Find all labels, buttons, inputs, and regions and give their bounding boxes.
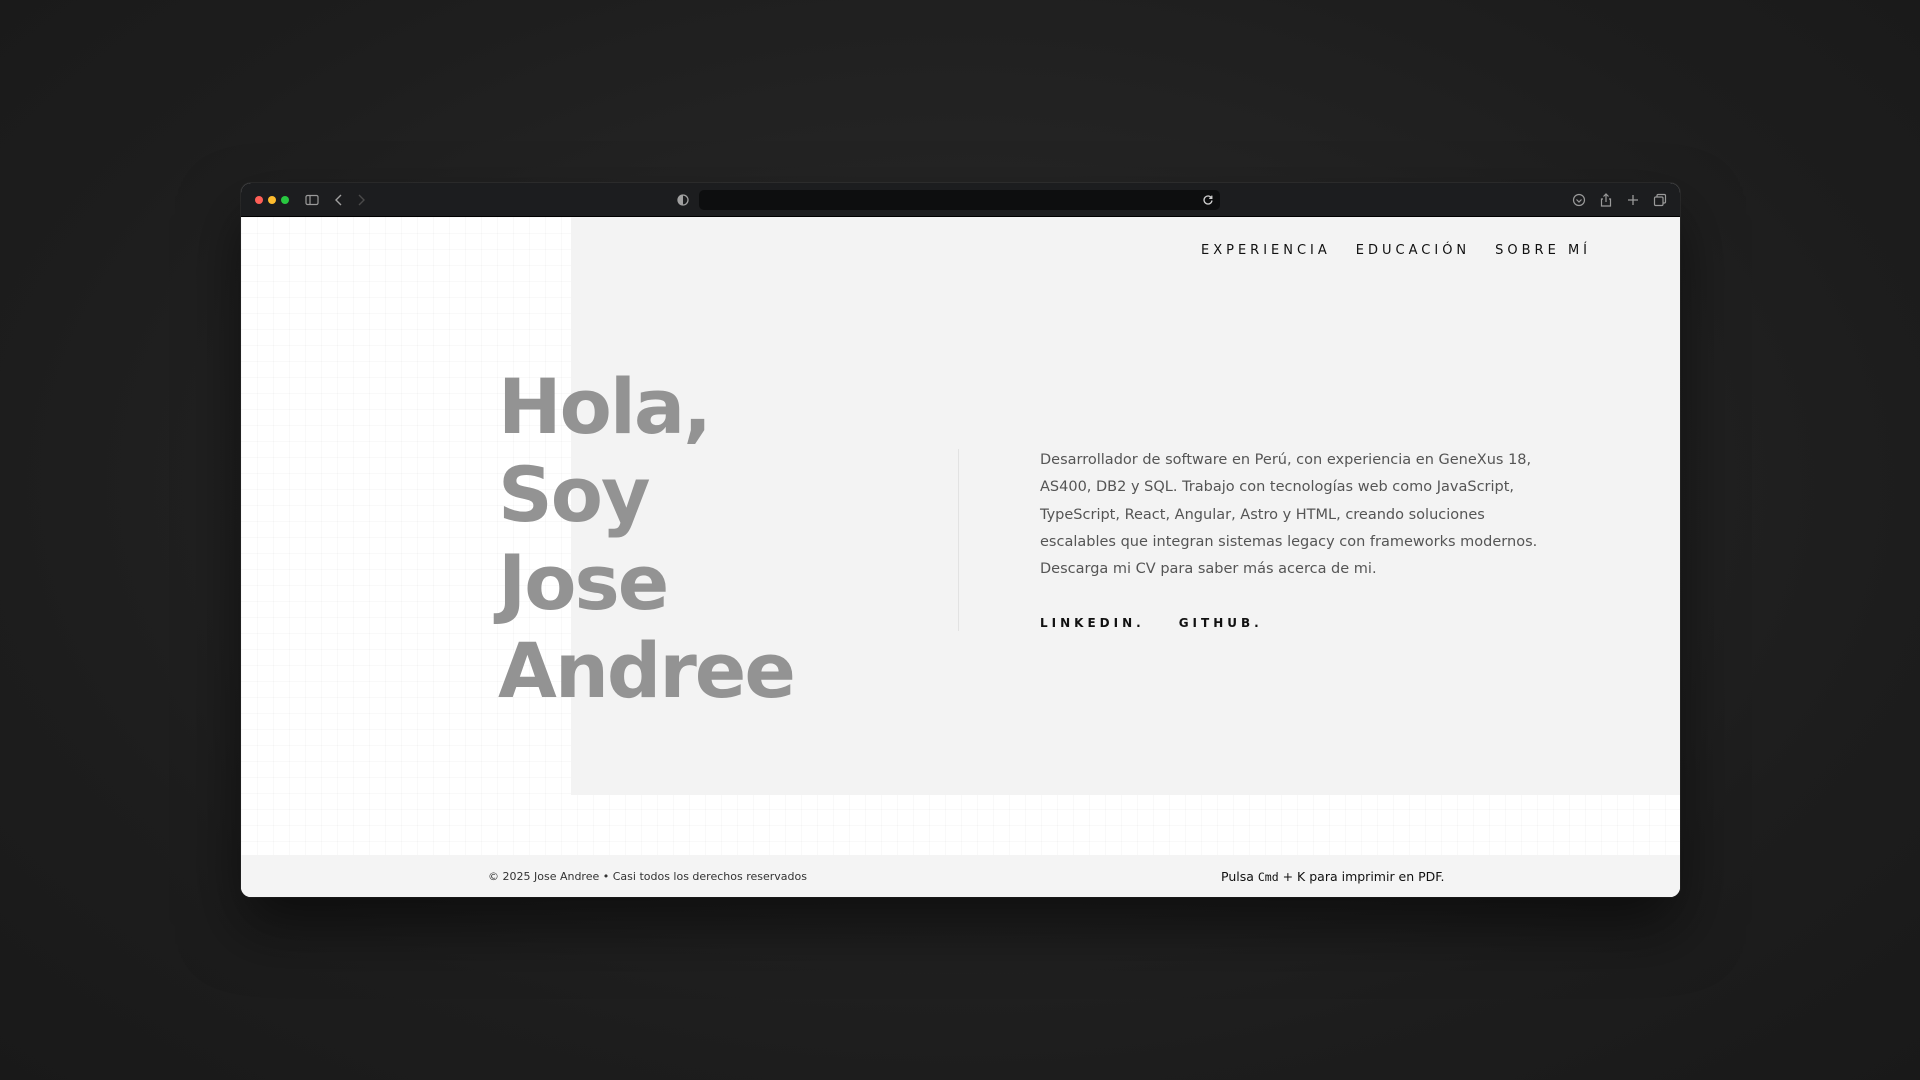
minimize-window-button[interactable] [268, 196, 276, 204]
nav-item-experiencia[interactable]: EXPERIENCIA [1201, 243, 1331, 258]
headline-line: Hola, [498, 362, 712, 451]
sidebar-icon[interactable] [304, 192, 320, 208]
github-link[interactable]: GITHUB. [1179, 616, 1263, 630]
social-links: LINKEDIN. GITHUB. [1040, 616, 1263, 630]
nav-item-sobre-mi[interactable]: SOBRE MÍ [1495, 243, 1591, 258]
hero-headline: Hola, Soy Jose Andree [498, 362, 796, 715]
print-hint-prefix: Pulsa [1221, 869, 1258, 884]
bio-line: Descarga mi CV para saber más acerca de … [1040, 561, 1377, 578]
browser-toolbar [241, 183, 1680, 217]
shield-icon[interactable] [675, 192, 691, 208]
copyright-text: © 2025 Jose Andree • Casi todos los dere… [488, 870, 807, 883]
vertical-divider [958, 449, 959, 631]
headline-line: Soy [498, 450, 650, 539]
headline-line: Jose [498, 538, 669, 627]
print-hint-suffix: + K para imprimir en PDF. [1278, 869, 1445, 884]
share-icon[interactable] [1598, 192, 1614, 208]
chevron-right-icon[interactable] [353, 192, 369, 208]
bio-line: AS400, DB2 y SQL. Trabajo con tecnología… [1040, 479, 1515, 496]
bio-paragraph: Desarrollador de software en Perú, con e… [1040, 447, 1560, 583]
main-nav: EXPERIENCIA EDUCACIÓN SOBRE MÍ [1201, 243, 1591, 258]
page-content: EXPERIENCIA EDUCACIÓN SOBRE MÍ Hola, Soy… [241, 217, 1680, 897]
download-icon[interactable] [1571, 192, 1587, 208]
bio-line: Desarrollador de software en Perú, con e… [1040, 452, 1532, 468]
bio-line: TypeScript, React, Angular, Astro y HTML… [1040, 506, 1485, 523]
plus-icon[interactable] [1625, 192, 1641, 208]
linkedin-link[interactable]: LINKEDIN. [1040, 616, 1145, 630]
print-hint: Pulsa Cmd + K para imprimir en PDF. [1221, 869, 1444, 884]
reload-icon[interactable] [1200, 192, 1216, 208]
close-window-button[interactable] [255, 196, 263, 204]
page-footer: © 2025 Jose Andree • Casi todos los dere… [241, 855, 1680, 897]
print-hint-key: Cmd [1257, 870, 1279, 884]
tab-overview-icon[interactable] [1652, 192, 1668, 208]
bio-line: escalables que integran sistemas legacy … [1040, 533, 1538, 550]
nav-item-educacion[interactable]: EDUCACIÓN [1356, 243, 1470, 258]
browser-window: EXPERIENCIA EDUCACIÓN SOBRE MÍ Hola, Soy… [241, 183, 1680, 897]
maximize-window-button[interactable] [281, 196, 289, 204]
headline-line: Andree [498, 626, 796, 715]
address-bar[interactable] [699, 190, 1220, 210]
chevron-left-icon[interactable] [331, 192, 347, 208]
